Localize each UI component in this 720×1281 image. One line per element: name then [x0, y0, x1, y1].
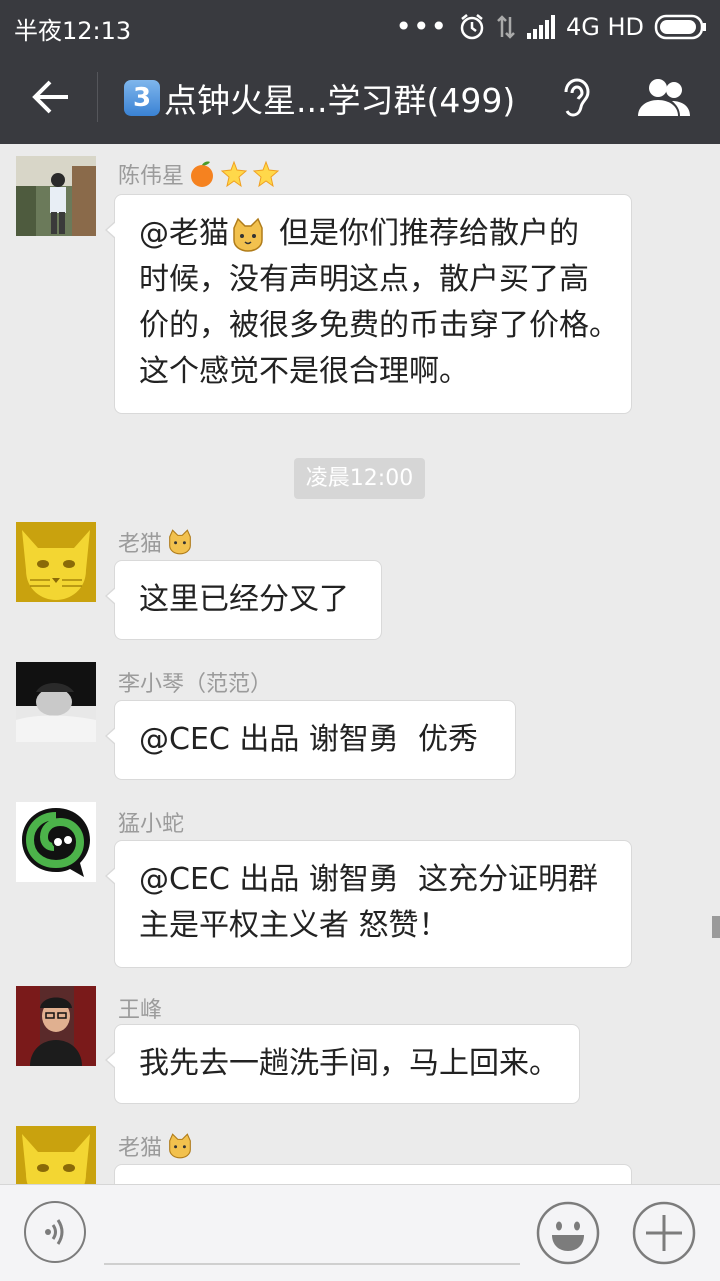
sender-name: 李小琴（范范） [118, 672, 273, 697]
orange-emoji-icon [191, 161, 214, 187]
message-bubble[interactable]: 我先去一趟洗手间，马上回来。 [105, 1024, 580, 1104]
sender-name: 老猫 [118, 1130, 194, 1162]
message-bubble[interactable]: 这里已经分叉了 [105, 560, 382, 640]
scrollbar-thumb[interactable] [712, 916, 720, 938]
group-title[interactable]: 3 点钟火星...学习群(499) [124, 74, 515, 122]
chat-header: 3 点钟火星...学习群(499) [0, 50, 720, 144]
plus-icon[interactable] [632, 1201, 696, 1265]
sender-name: 猛小蛇 [118, 812, 185, 837]
cat-emoji-icon [233, 217, 263, 252]
alarm-icon [460, 13, 484, 39]
cat-emoji-icon [169, 1133, 191, 1159]
voice-button[interactable] [24, 1201, 86, 1263]
signal-icon [526, 14, 555, 39]
status-icons: ••• 4G HD [395, 10, 708, 43]
star-emoji-icon [220, 160, 248, 188]
avatar[interactable] [16, 662, 96, 742]
group-people-icon[interactable] [636, 78, 692, 118]
avatar[interactable] [16, 156, 96, 236]
input-bar [0, 1184, 720, 1281]
group-title-text: 点钟火星...学习群(499) [164, 81, 516, 120]
number-badge-icon: 3 [124, 80, 160, 116]
message-input[interactable] [104, 1263, 520, 1265]
back-arrow-icon[interactable] [30, 78, 70, 116]
header-divider [97, 72, 98, 122]
avatar[interactable] [16, 986, 96, 1066]
status-time: 半夜12:13 [14, 17, 132, 45]
message-bubble[interactable]: @老猫 但是你们推荐给散户的 时候，没有声明这点，散户买了高 价的，被很多免费的币… [105, 194, 632, 414]
avatar[interactable] [16, 522, 96, 602]
message-bubble[interactable]: @CEC 出品 谢智勇 优秀 [105, 700, 516, 780]
battery-icon [654, 14, 706, 39]
smiley-icon[interactable] [536, 1201, 600, 1265]
star-emoji-icon [252, 160, 280, 188]
more-dots-icon: ••• [395, 10, 448, 43]
chat-area[interactable]: 陈伟星 @老猫 但是你们推荐给散户的 时候，没有声明这点，散户买了高 价的，被很多… [0, 144, 720, 1184]
sender-name: 老猫 [118, 526, 194, 558]
ear-icon[interactable] [556, 76, 596, 120]
time-divider: 凌晨12:00 [294, 458, 425, 499]
message-bubble[interactable]: @CEC 出品 谢智勇 这充分证明群 主是平权主义者 怒赞！ [105, 840, 632, 968]
network-type: 4G HD [565, 12, 644, 41]
message-bubble[interactable] [114, 1164, 632, 1184]
sender-name: 陈伟星 [118, 158, 280, 190]
sender-name: 王峰 [118, 998, 163, 1023]
voice-icon [45, 1219, 64, 1245]
status-bar: 半夜12:13 ••• 4G HD [0, 0, 720, 50]
avatar[interactable] [16, 802, 96, 882]
cat-emoji-icon [169, 529, 191, 555]
avatar[interactable] [16, 1126, 96, 1184]
data-transfer-icon [497, 14, 515, 39]
